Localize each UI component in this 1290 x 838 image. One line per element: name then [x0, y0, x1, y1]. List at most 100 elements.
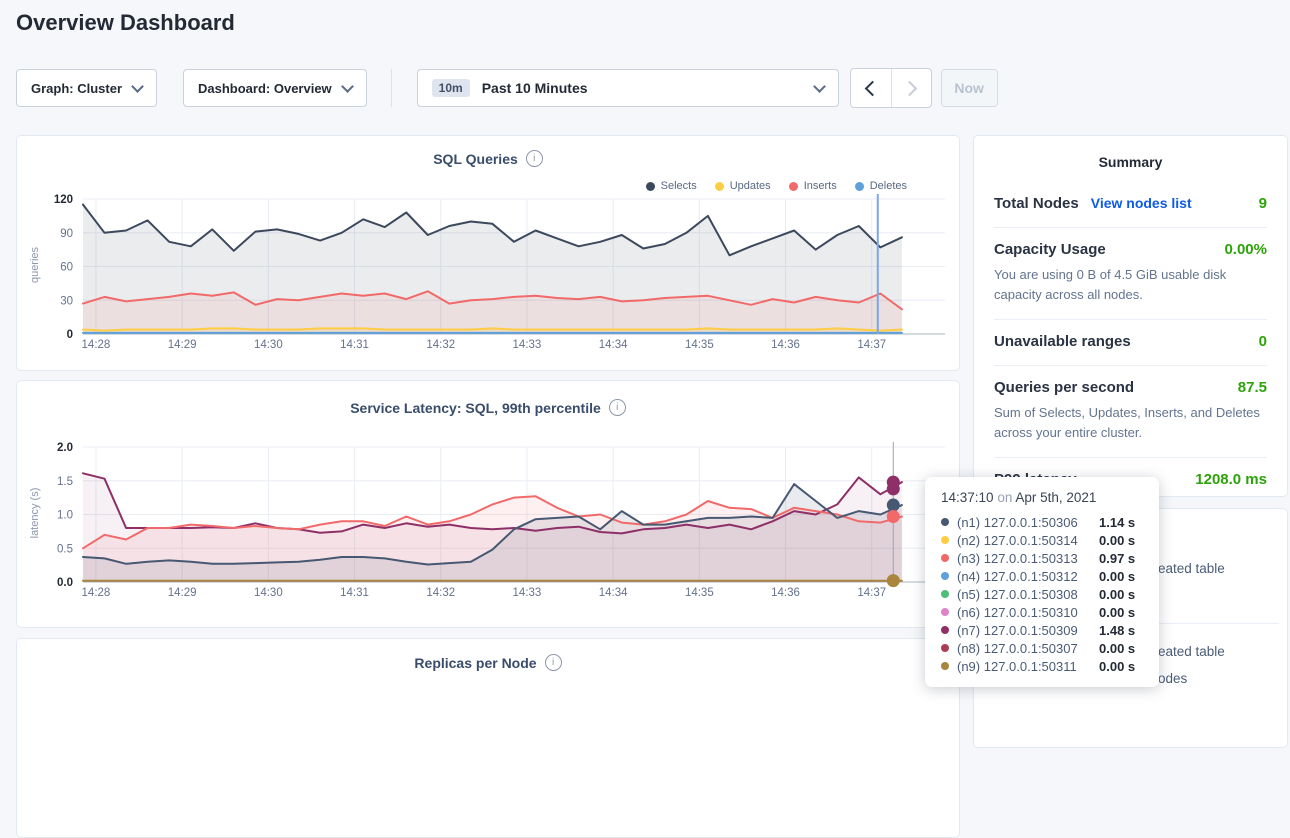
svg-text:14:32: 14:32 — [426, 339, 455, 351]
legend-item-updates[interactable]: Updates — [715, 180, 771, 192]
tooltip-row: (n4) 127.0.0.1:503120.00 s — [941, 567, 1143, 585]
chevron-left-icon — [865, 80, 881, 96]
unavailable-ranges-label: Unavailable ranges — [994, 333, 1131, 350]
node-dot-icon — [941, 518, 949, 526]
chevron-down-icon — [341, 80, 354, 93]
node-value: 1.48 s — [1099, 623, 1135, 638]
svg-text:14:35: 14:35 — [685, 587, 714, 599]
service-latency-title-text: Service Latency: SQL, 99th percentile — [350, 400, 601, 416]
legend-item-inserts[interactable]: Inserts — [789, 180, 837, 192]
tooltip-timestamp: 14:37:10 on Apr 5th, 2021 — [941, 490, 1143, 505]
summary-body: Total Nodes View nodes list 9 Capacity U… — [974, 170, 1287, 511]
svg-text:30: 30 — [60, 295, 73, 307]
now-button[interactable]: Now — [941, 69, 998, 107]
svg-text:14:37: 14:37 — [857, 339, 886, 351]
prev-range-button[interactable] — [851, 69, 891, 107]
tooltip-row: (n2) 127.0.0.1:503140.00 s — [941, 531, 1143, 549]
legend-label: Inserts — [804, 180, 837, 192]
deletes-dot-icon — [855, 182, 864, 191]
summary-qps: Queries per second 87.5 Sum of Selects, … — [994, 366, 1267, 458]
node-dot-icon — [941, 554, 949, 562]
svg-text:14:34: 14:34 — [599, 587, 628, 599]
tooltip-on: on — [997, 490, 1012, 505]
capacity-desc: You are using 0 B of 4.5 GiB usable disk… — [994, 265, 1267, 304]
node-value: 0.00 s — [1099, 533, 1135, 548]
tooltip-time: 14:37:10 — [941, 490, 994, 505]
chart-hover-tooltip: 14:37:10 on Apr 5th, 2021 (n1) 127.0.0.1… — [925, 477, 1159, 687]
info-icon[interactable]: i — [609, 399, 626, 416]
graph-dropdown[interactable]: Graph: Cluster — [16, 69, 157, 107]
node-value: 0.00 s — [1099, 605, 1135, 620]
svg-text:0.0: 0.0 — [57, 577, 73, 589]
qps-label: Queries per second — [994, 379, 1134, 396]
sql-queries-title: SQL Queries i — [17, 150, 959, 167]
legend-item-selects[interactable]: Selects — [646, 180, 697, 192]
info-icon[interactable]: i — [545, 654, 562, 671]
tooltip-row: (n7) 127.0.0.1:503091.48 s — [941, 621, 1143, 639]
svg-text:14:28: 14:28 — [82, 587, 111, 599]
node-value: 0.00 s — [1099, 569, 1135, 584]
svg-text:14:29: 14:29 — [168, 587, 197, 599]
svg-text:90: 90 — [60, 228, 73, 240]
controls-divider — [391, 69, 392, 107]
info-icon[interactable]: i — [526, 150, 543, 167]
tooltip-row: (n8) 127.0.0.1:503070.00 s — [941, 639, 1143, 657]
time-range-selector[interactable]: 10m Past 10 Minutes — [417, 69, 839, 107]
summary-total-nodes: Total Nodes View nodes list 9 — [994, 182, 1267, 228]
replicas-title: Replicas per Node i — [17, 654, 959, 671]
capacity-label: Capacity Usage — [994, 241, 1106, 258]
node-name: (n8) 127.0.0.1:50307 — [957, 641, 1099, 656]
dashboard-dropdown[interactable]: Dashboard: Overview — [183, 69, 367, 107]
legend-item-deletes[interactable]: Deletes — [855, 180, 907, 192]
svg-text:2.0: 2.0 — [57, 442, 73, 454]
event-text-fragment: odes — [1158, 671, 1187, 686]
total-nodes-label: Total Nodes — [994, 195, 1079, 212]
svg-text:14:30: 14:30 — [254, 339, 283, 351]
service-latency-card: Service Latency: SQL, 99th percentile i … — [16, 380, 960, 628]
chevron-right-icon — [901, 80, 917, 96]
service-latency-chart[interactable]: 14:2814:2914:3014:3114:3214:3314:3414:35… — [29, 440, 949, 612]
tooltip-row: (n1) 127.0.0.1:503061.14 s — [941, 513, 1143, 531]
node-dot-icon — [941, 536, 949, 544]
event-text-fragment: eated table — [1158, 644, 1225, 659]
node-name: (n6) 127.0.0.1:50310 — [957, 605, 1099, 620]
node-value: 0.97 s — [1099, 551, 1135, 566]
inserts-dot-icon — [789, 182, 798, 191]
sql-queries-card: SQL Queries i Selects Updates Inserts De… — [16, 135, 960, 371]
svg-text:14:35: 14:35 — [685, 339, 714, 351]
svg-text:14:30: 14:30 — [254, 587, 283, 599]
tooltip-row: (n9) 127.0.0.1:503110.00 s — [941, 657, 1143, 675]
sql-queries-chart[interactable]: 14:2814:2914:3014:3114:3214:3314:3414:35… — [29, 192, 949, 364]
svg-text:1.5: 1.5 — [57, 476, 73, 488]
graph-dropdown-label: Graph: Cluster — [31, 81, 122, 96]
svg-text:14:36: 14:36 — [771, 587, 800, 599]
view-nodes-list-link[interactable]: View nodes list — [1091, 195, 1192, 211]
chevron-down-icon — [131, 80, 144, 93]
svg-text:14:31: 14:31 — [340, 587, 369, 599]
svg-text:14:36: 14:36 — [771, 339, 800, 351]
node-name: (n2) 127.0.0.1:50314 — [957, 533, 1099, 548]
node-value: 0.00 s — [1099, 587, 1135, 602]
svg-text:0.5: 0.5 — [57, 543, 73, 555]
node-name: (n5) 127.0.0.1:50308 — [957, 587, 1099, 602]
legend-label: Updates — [730, 180, 771, 192]
event-text-fragment: eated table — [1158, 561, 1225, 576]
tooltip-row: (n5) 127.0.0.1:503080.00 s — [941, 585, 1143, 603]
node-dot-icon — [941, 572, 949, 580]
summary-capacity: Capacity Usage 0.00% You are using 0 B o… — [994, 228, 1267, 320]
legend-label: Selects — [661, 180, 697, 192]
svg-text:14:37: 14:37 — [857, 587, 886, 599]
qps-value: 87.5 — [1238, 379, 1267, 396]
tooltip-row: (n3) 127.0.0.1:503130.97 s — [941, 549, 1143, 567]
node-dot-icon — [941, 644, 949, 652]
node-dot-icon — [941, 590, 949, 598]
node-name: (n4) 127.0.0.1:50312 — [957, 569, 1099, 584]
capacity-value: 0.00% — [1224, 241, 1267, 258]
service-latency-title: Service Latency: SQL, 99th percentile i — [17, 399, 959, 416]
dashboard-dropdown-label: Dashboard: Overview — [198, 81, 332, 96]
chevron-down-icon — [813, 80, 826, 93]
qps-desc: Sum of Selects, Updates, Inserts, and De… — [994, 403, 1267, 442]
next-range-button[interactable] — [891, 69, 931, 107]
controls-bar: Graph: Cluster Dashboard: Overview 10m P… — [16, 68, 998, 108]
replicas-title-text: Replicas per Node — [414, 655, 536, 671]
